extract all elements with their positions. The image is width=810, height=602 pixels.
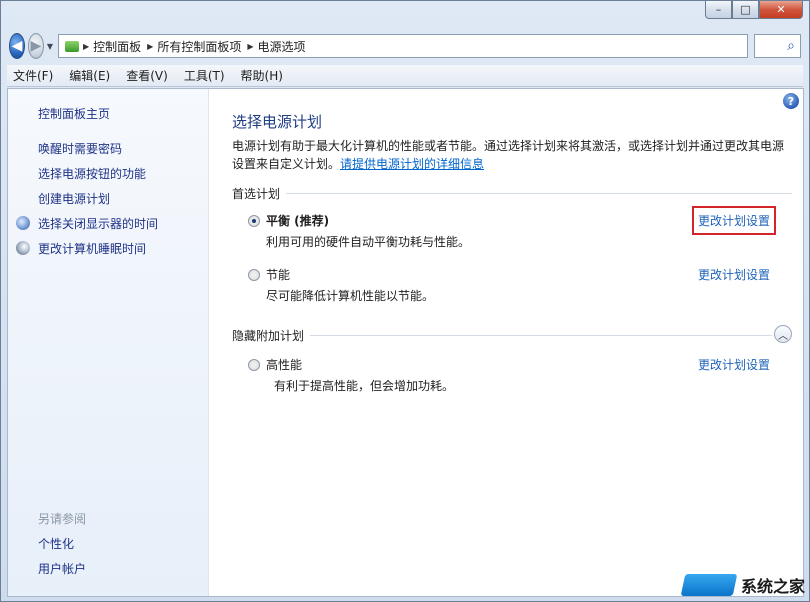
sidebar-item-create-plan[interactable]: 创建电源计划 xyxy=(38,190,110,207)
breadcrumb-separator[interactable]: ▶ xyxy=(247,42,253,51)
main-panel: ? 选择电源计划 电源计划有助于最大化计算机的性能或者节能。通过选择计划来将其激… xyxy=(230,89,803,596)
breadcrumb-all-items[interactable]: 所有控制面板项 xyxy=(157,38,241,55)
radio-balanced[interactable] xyxy=(248,215,260,227)
plan-power-saver-name[interactable]: 节能 xyxy=(266,266,290,283)
change-plan-settings-balanced[interactable]: 更改计划设置 xyxy=(691,206,777,235)
back-button[interactable]: ◀ xyxy=(9,33,25,59)
watermark-text: 系统之家 xyxy=(740,577,805,596)
recent-pages-dropdown[interactable]: ▼ xyxy=(47,42,53,51)
sidebar-item-user-accounts[interactable]: 用户帐户 xyxy=(38,560,86,577)
caption-buttons: – □ ✕ xyxy=(705,1,803,19)
menu-bar: 文件(F) 编辑(E) 查看(V) 工具(T) 帮助(H) xyxy=(7,65,803,87)
plan-high-performance-desc: 有利于提高性能，但会增加功耗。 xyxy=(274,379,455,393)
control-panel-icon xyxy=(63,38,81,54)
plan-power-saver-desc: 尽可能降低计算机性能以节能。 xyxy=(266,289,435,303)
breadcrumb-separator[interactable]: ▶ xyxy=(83,42,89,51)
sidebar-item-home[interactable]: 控制面板主页 xyxy=(38,105,110,122)
menu-tools[interactable]: 工具(T) xyxy=(184,67,225,84)
plan-high-performance-name[interactable]: 高性能 xyxy=(266,356,302,373)
sidebar-item-display-off[interactable]: 选择关闭显示器的时间 xyxy=(38,215,158,232)
preferred-plans-header: 首选计划 xyxy=(232,185,792,202)
sleep-icon xyxy=(16,241,30,255)
page-title: 选择电源计划 xyxy=(232,113,323,131)
close-button[interactable]: ✕ xyxy=(759,1,803,19)
menu-file[interactable]: 文件(F) xyxy=(13,67,53,84)
breadcrumb-separator[interactable]: ▶ xyxy=(147,42,153,51)
breadcrumb-control-panel[interactable]: 控制面板 xyxy=(93,38,141,55)
divider xyxy=(310,335,772,336)
control-panel-window: – □ ✕ ◀ ▶ ▼ ▶ 控制面板 ▶ 所有控制面板项 ▶ 电源选项 ⌕ 文件… xyxy=(0,0,810,602)
watermark-logo-icon xyxy=(680,574,738,596)
task-sidebar: 控制面板主页 唤醒时需要密码 选择电源按钮的功能 创建电源计划 选择关闭显示器的… xyxy=(8,89,209,596)
radio-power-saver[interactable] xyxy=(248,269,260,281)
plan-details-link[interactable]: 请提供电源计划的详细信息 xyxy=(340,157,484,171)
sidebar-item-sleep-time[interactable]: 更改计算机睡眠时间 xyxy=(38,240,146,257)
sidebar-item-personalization[interactable]: 个性化 xyxy=(38,535,74,552)
divider xyxy=(286,193,792,194)
description-text: 电源计划有助于最大化计算机的性能或者节能。通过选择计划来将其激活，或选择计划并通… xyxy=(232,139,785,171)
change-plan-settings-power-saver[interactable]: 更改计划设置 xyxy=(698,266,770,283)
plan-balanced-name[interactable]: 平衡 (推荐) xyxy=(266,212,329,229)
address-bar[interactable]: ▶ 控制面板 ▶ 所有控制面板项 ▶ 电源选项 xyxy=(58,34,748,58)
page-description: 电源计划有助于最大化计算机的性能或者节能。通过选择计划来将其激活，或选择计划并通… xyxy=(232,137,792,173)
search-icon[interactable]: ⌕ xyxy=(787,38,795,54)
plan-balanced-desc: 利用可用的硬件自动平衡功耗与性能。 xyxy=(266,235,471,249)
preferred-plans-label: 首选计划 xyxy=(232,187,281,201)
help-icon[interactable]: ? xyxy=(783,93,799,109)
maximize-button[interactable]: □ xyxy=(732,1,759,19)
sidebar-item-wake-password[interactable]: 唤醒时需要密码 xyxy=(38,140,122,157)
monitor-icon xyxy=(16,216,30,230)
forward-button[interactable]: ▶ xyxy=(27,33,44,59)
see-also-title: 另请参阅 xyxy=(38,512,87,526)
content-area: 控制面板主页 唤醒时需要密码 选择电源按钮的功能 创建电源计划 选择关闭显示器的… xyxy=(7,88,804,597)
menu-view[interactable]: 查看(V) xyxy=(126,67,168,84)
hidden-plans-header[interactable]: 隐藏附加计划 xyxy=(232,327,772,344)
collapse-chevron-icon[interactable]: ︿ xyxy=(774,325,792,343)
search-input[interactable]: ⌕ xyxy=(754,34,802,58)
navigation-bar: ◀ ▶ ▼ ▶ 控制面板 ▶ 所有控制面板项 ▶ 电源选项 ⌕ xyxy=(9,31,802,61)
minimize-button[interactable]: – xyxy=(705,1,732,19)
change-plan-settings-high-performance[interactable]: 更改计划设置 xyxy=(698,356,770,373)
sidebar-item-power-buttons[interactable]: 选择电源按钮的功能 xyxy=(38,165,146,182)
hidden-plans-label[interactable]: 隐藏附加计划 xyxy=(232,327,304,344)
site-watermark: 系统之家 xyxy=(680,573,805,597)
breadcrumb-power-options[interactable]: 电源选项 xyxy=(258,38,306,55)
menu-help[interactable]: 帮助(H) xyxy=(241,67,283,84)
radio-high-performance[interactable] xyxy=(248,359,260,371)
menu-edit[interactable]: 编辑(E) xyxy=(69,67,110,84)
